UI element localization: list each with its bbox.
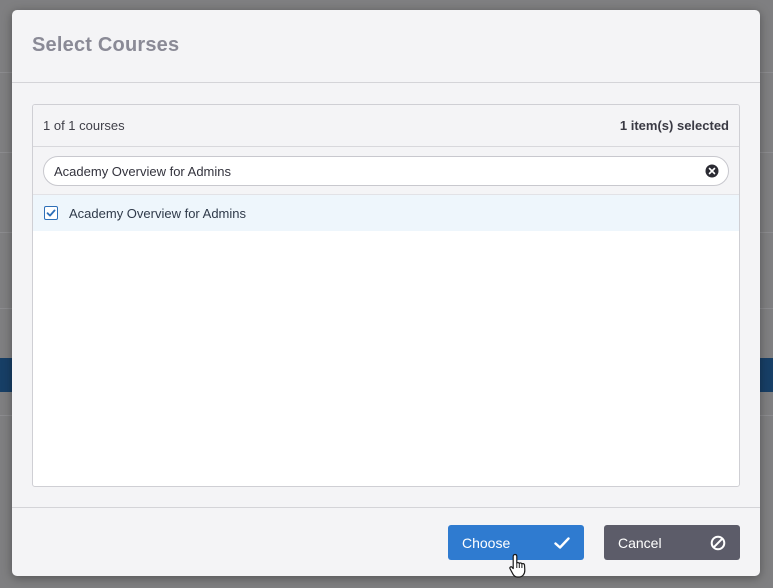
checkmark-icon [46, 209, 56, 217]
list-item[interactable]: Academy Overview for Admins [33, 195, 739, 231]
dialog-title: Select Courses [32, 34, 180, 56]
dialog-footer: Choose Cancel [12, 507, 760, 576]
search-row [33, 147, 739, 195]
cancel-button-label: Cancel [618, 534, 662, 551]
checkmark-icon [554, 536, 570, 549]
search-input[interactable] [44, 157, 674, 185]
select-courses-dialog: Select Courses 1 of 1 courses 1 item(s) … [12, 10, 760, 576]
course-list-panel: 1 of 1 courses 1 item(s) selected Academ… [32, 104, 740, 487]
list-summary-bar: 1 of 1 courses 1 item(s) selected [33, 105, 739, 147]
ban-icon [710, 535, 726, 550]
selected-count: 1 item(s) selected [619, 118, 729, 133]
cancel-button[interactable]: Cancel [604, 525, 740, 560]
clear-circle-icon[interactable] [705, 164, 719, 178]
search-box [43, 156, 729, 186]
hand-pointer-cursor-icon [509, 553, 526, 578]
dialog-header: Select Courses [12, 10, 760, 83]
item-checkbox[interactable] [44, 206, 58, 220]
choose-button-label: Choose [462, 534, 511, 551]
list-item-label: Academy Overview for Admins [69, 205, 247, 221]
course-count: 1 of 1 courses [43, 118, 125, 133]
